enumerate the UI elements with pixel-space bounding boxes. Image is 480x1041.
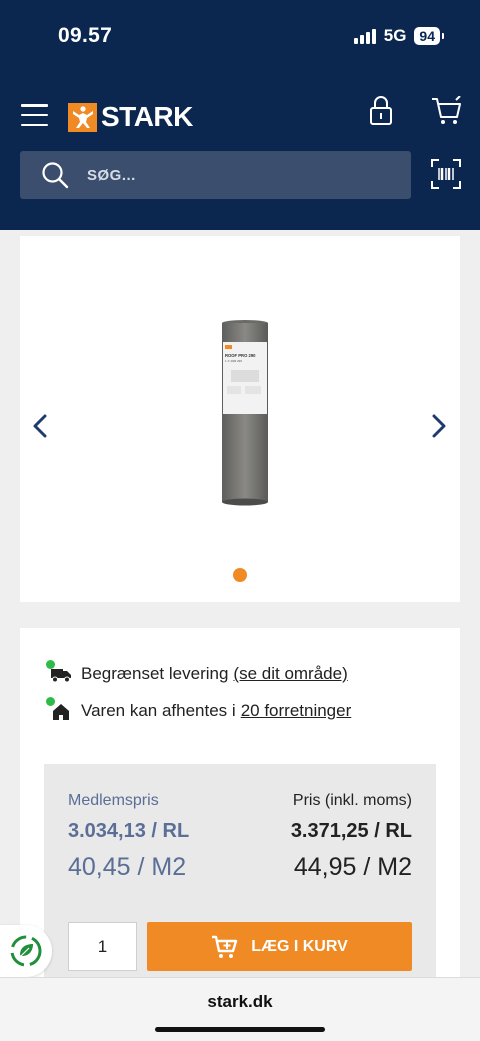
pickup-text: Varen kan afhentes i [81,701,236,720]
availability-dot [46,660,55,669]
availability-dot [46,697,55,706]
status-indicators: 5G 94 [353,26,444,46]
price-box: Medlemspris 3.034,13 / RL 40,45 / M2 Pri… [44,764,436,994]
search-icon [42,162,69,189]
cart-plus-icon [212,935,238,958]
status-time: 09.57 [58,24,113,47]
product-image: ROOF PRO 290 1 X 40M 290 [222,320,268,506]
search-input[interactable]: SØG... [20,151,411,199]
browser-url[interactable]: stark.dk [0,992,480,1012]
chevron-left-icon[interactable] [32,414,48,438]
member-price-column: Medlemspris 3.034,13 / RL 40,45 / M2 [68,792,189,882]
logo-figure-icon [68,102,97,132]
add-to-cart-label: LÆG I KURV [251,937,348,955]
network-label: 5G [383,26,407,45]
pickup-availability: Varen kan afhentes i 20 forretninger [46,697,352,721]
site-header: 09.57 5G 94 STARK SØG... [0,0,480,230]
product-label-size: 1 X 40M 290 [225,359,242,363]
product-label-name: ROOF PRO 290 [225,353,256,358]
recycle-leaf-icon [10,935,42,967]
search-placeholder: SØG... [87,166,136,184]
member-price-label: Medlemspris [68,792,159,809]
regular-unit-price: 44,95 / M2 [293,853,412,881]
truck-icon [46,660,72,684]
home-indicator[interactable] [155,1027,325,1032]
delivery-area-link[interactable]: (se dit område) [233,664,347,684]
stark-logo[interactable]: STARK [68,101,193,133]
regular-price-label: Pris (inkl. moms) [292,792,412,809]
delivery-availability: Begrænset levering (se dit område) [46,660,348,684]
eco-badge[interactable] [0,925,52,977]
browser-bottom-bar: stark.dk [0,977,480,1041]
barcode-scan-icon[interactable] [431,159,461,189]
hamburger-menu-icon[interactable] [21,104,48,126]
delivery-text: Begrænset levering [81,664,229,683]
pickup-stores-link[interactable]: 20 forretninger [241,701,352,721]
gallery-pagination-dot[interactable] [233,568,247,582]
signal-icon [353,28,376,44]
quantity-input[interactable]: 1 [68,922,137,971]
regular-price-column: Pris (inkl. moms) 3.371,25 / RL 44,95 / … [291,792,412,882]
cart-icon[interactable] [430,96,462,126]
store-icon [46,697,72,721]
add-to-cart-button[interactable]: LÆG I KURV [147,922,412,971]
product-image-gallery[interactable]: ROOF PRO 290 1 X 40M 290 [20,236,460,602]
battery-icon: 94 [414,27,444,45]
brand-name: STARK [101,101,193,132]
product-purchase-panel: Begrænset levering (se dit område) Varen… [20,628,460,994]
lock-icon[interactable] [368,94,394,126]
regular-price: 3.371,25 / RL [290,820,412,842]
member-price: 3.034,13 / RL [68,820,190,842]
member-unit-price: 40,45 / M2 [68,853,187,881]
chevron-right-icon[interactable] [431,414,447,438]
